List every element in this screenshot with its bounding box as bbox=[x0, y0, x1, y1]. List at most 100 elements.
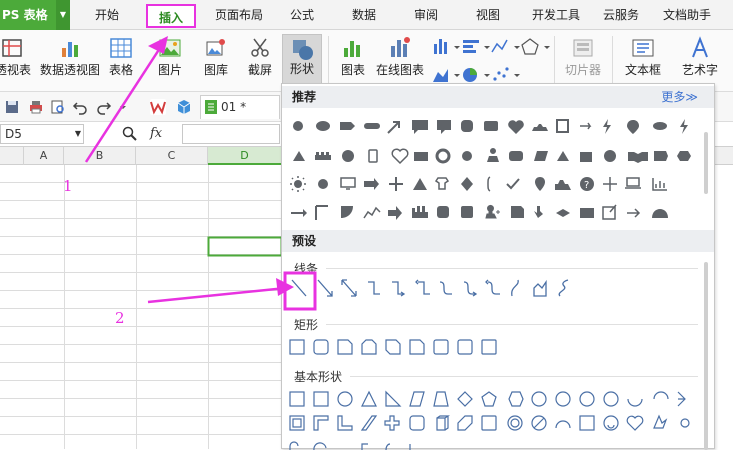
table-button[interactable]: 表格 bbox=[104, 34, 138, 88]
heart-outline-shape-icon bbox=[391, 148, 409, 165]
picture-button[interactable]: 图片 bbox=[150, 34, 190, 88]
wps-logo-icon[interactable] bbox=[150, 99, 166, 115]
selected-cell-d5 bbox=[207, 236, 283, 257]
gallery-button[interactable]: 图库 bbox=[196, 34, 236, 88]
tab-formulas[interactable]: 公式 bbox=[282, 0, 322, 30]
text-box-button[interactable]: 文本框 bbox=[618, 34, 668, 88]
parallelogram-outline-shape-icon bbox=[409, 391, 425, 407]
word-art-button[interactable]: 艺术字 bbox=[672, 34, 728, 88]
online-chart-icon bbox=[391, 37, 410, 57]
screenshot-button[interactable]: 截屏 bbox=[240, 34, 280, 88]
annotation-step-1: 1 bbox=[63, 177, 73, 195]
undo-icon[interactable] bbox=[72, 99, 88, 115]
tab-page-layout[interactable]: 页面布局 bbox=[206, 0, 272, 30]
select-all-corner[interactable] bbox=[0, 147, 24, 165]
folded-corner-shape-icon bbox=[481, 415, 497, 431]
tab-data[interactable]: 数据 bbox=[344, 0, 384, 30]
hexagon-outline-shape-icon bbox=[508, 391, 524, 407]
add-user-shape-icon bbox=[485, 204, 500, 219]
shapes-icon bbox=[293, 40, 313, 60]
lines-row bbox=[291, 279, 569, 297]
crowd-large-shape-icon bbox=[412, 206, 428, 218]
half-frame-shape-icon bbox=[313, 415, 329, 431]
redo-icon[interactable] bbox=[96, 99, 112, 115]
drop-shape-icon bbox=[627, 120, 639, 134]
name-box[interactable]: D5 ▼ bbox=[0, 124, 84, 144]
document-tab[interactable]: 01 * bbox=[200, 95, 280, 119]
diamond-shape-icon bbox=[461, 177, 473, 191]
rounded-square-shape-icon bbox=[461, 120, 473, 132]
eye-ellipse-shape-icon bbox=[653, 122, 667, 130]
recommended-row-4 bbox=[291, 204, 668, 220]
basic-shapes-row-1 bbox=[289, 390, 686, 407]
isosceles-triangle-shape-icon bbox=[361, 390, 377, 407]
tab-insert[interactable]: 插入 bbox=[146, 4, 196, 28]
pivot-chart-button[interactable]: 数据透视图 bbox=[38, 34, 102, 88]
column-header-a[interactable]: A bbox=[24, 147, 64, 165]
menu-bar: PS 表格 ▼ 开始 插入 页面布局 公式 数据 审阅 视图 开发工具 云服务 … bbox=[0, 0, 733, 30]
elbow-double-arrow-connector-icon bbox=[415, 279, 430, 295]
rectangle-shape-icon bbox=[414, 152, 428, 161]
recommended-row-3: ? bbox=[290, 176, 667, 192]
online-chart-button[interactable]: 在线图表 bbox=[372, 34, 428, 88]
pivot-table-button[interactable]: 透视表 bbox=[0, 34, 32, 88]
pointer-hand-shape-icon bbox=[534, 206, 543, 218]
triangle-up-shape-icon bbox=[413, 178, 427, 190]
phone-shape-icon bbox=[368, 149, 378, 163]
rounded-rectangle-outline-icon bbox=[313, 339, 329, 355]
block-arrow-shape-icon bbox=[388, 206, 402, 220]
pivot-table-icon bbox=[2, 39, 22, 57]
text-box-shape-icon bbox=[289, 391, 305, 407]
corner-shape-icon bbox=[315, 205, 328, 220]
cross-shape-icon bbox=[384, 415, 400, 431]
cube-icon[interactable] bbox=[176, 99, 192, 115]
tab-cloud[interactable]: 云服务 bbox=[598, 0, 644, 30]
money-bag-shape-icon bbox=[434, 177, 450, 190]
rectangles-row bbox=[289, 339, 497, 355]
column-header-d[interactable]: D bbox=[208, 147, 282, 165]
tab-view[interactable]: 视图 bbox=[468, 0, 508, 30]
tab-review[interactable]: 审阅 bbox=[406, 0, 446, 30]
arrow-line-shape-icon bbox=[387, 121, 400, 134]
pentagon-shape-icon bbox=[481, 391, 497, 407]
column-header-c[interactable]: C bbox=[136, 147, 208, 165]
chevron-down-icon: ▼ bbox=[74, 129, 81, 138]
tab-developer[interactable]: 开发工具 bbox=[528, 0, 584, 30]
pie-outline-shape-icon bbox=[627, 398, 643, 407]
shapes-button[interactable]: 形状 bbox=[282, 34, 322, 88]
chart-button[interactable]: 图表 bbox=[336, 34, 370, 88]
basic-shapes-row-2 bbox=[289, 414, 690, 431]
thin-arrow-shape-icon bbox=[627, 208, 641, 218]
pivot-chart-icon bbox=[62, 42, 78, 57]
teardrop-shape-icon bbox=[677, 391, 686, 407]
save-icon[interactable] bbox=[4, 99, 20, 115]
zoom-search-icon[interactable] bbox=[122, 126, 138, 142]
print-preview-icon[interactable] bbox=[50, 99, 66, 115]
curved-double-arrow-connector-icon bbox=[485, 279, 500, 295]
double-arrow-line-icon bbox=[341, 279, 357, 297]
print-icon[interactable] bbox=[28, 99, 44, 115]
lightning-outline-shape-icon bbox=[653, 414, 668, 429]
map-pin-shape-icon bbox=[535, 177, 545, 191]
document-name: 01 * bbox=[221, 100, 247, 114]
slicer-button[interactable]: 切片器 bbox=[560, 34, 606, 88]
chevron-down-icon[interactable] bbox=[118, 99, 128, 115]
oval-outline-shape-icon bbox=[337, 391, 353, 407]
brace-pair-shape-icon bbox=[385, 443, 391, 450]
dot-shape-icon bbox=[462, 151, 472, 161]
insert-function-button[interactable]: fx bbox=[150, 126, 162, 141]
crowd-shape-icon bbox=[532, 124, 548, 131]
circle-shape-icon bbox=[293, 121, 303, 131]
tab-home[interactable]: 开始 bbox=[84, 0, 130, 30]
flat-diamond-shape-icon bbox=[556, 209, 570, 217]
folded-corner-2-shape-icon bbox=[579, 415, 595, 431]
octagon-shape-icon bbox=[555, 391, 571, 407]
monitor-shape-icon bbox=[340, 177, 356, 190]
heart-outline-2-shape-icon bbox=[626, 415, 644, 431]
chord-shape-icon bbox=[653, 391, 669, 400]
cube-outline-shape-icon bbox=[436, 415, 450, 431]
tab-doc-assistant[interactable]: 文档助手 bbox=[658, 0, 716, 30]
formula-input[interactable] bbox=[182, 124, 280, 144]
app-menu-button[interactable]: PS 表格 ▼ bbox=[0, 0, 70, 30]
column-header-b[interactable]: B bbox=[64, 147, 136, 165]
